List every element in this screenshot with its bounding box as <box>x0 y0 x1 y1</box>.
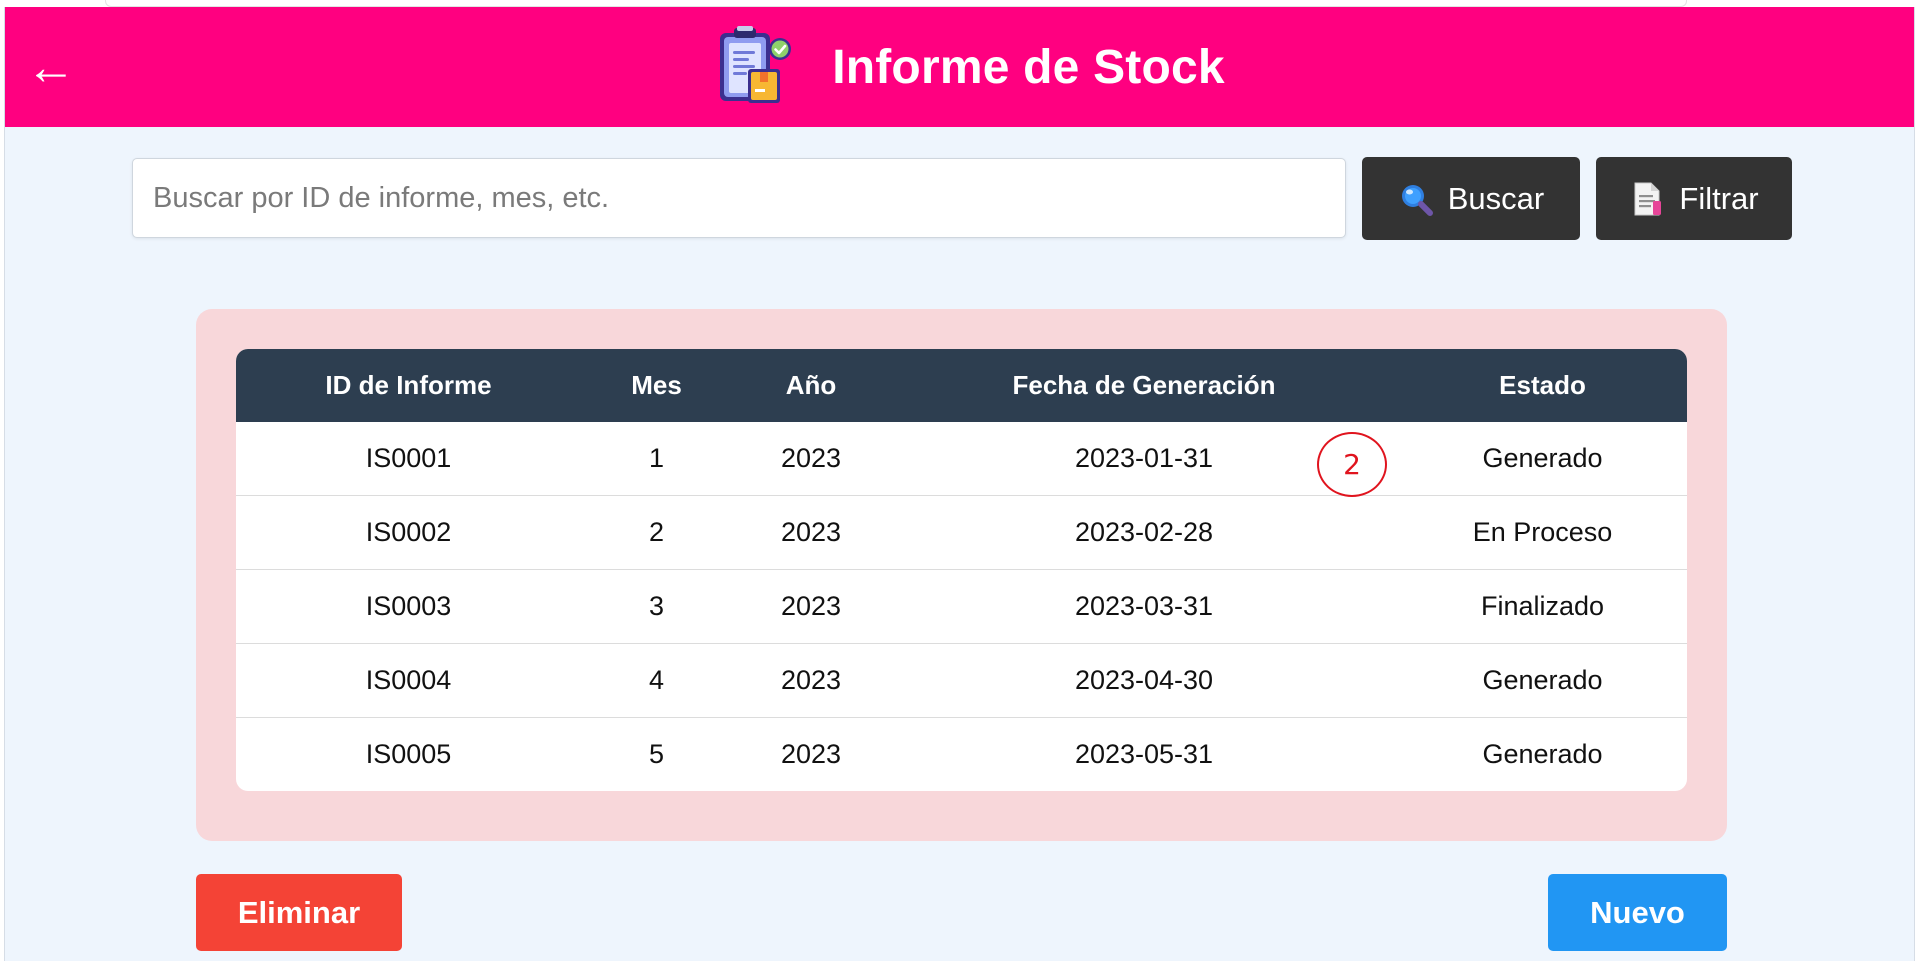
column-header-date: Fecha de Generación <box>890 349 1398 422</box>
clipboard-report-icon <box>720 26 792 103</box>
table-card: ID de Informe Mes Año Fecha de Generació… <box>196 309 1727 841</box>
annotation-marker: 2 <box>1317 432 1387 497</box>
cell-date: 2023-05-31 <box>890 717 1398 791</box>
cell-month: 5 <box>581 717 732 791</box>
column-header-year: Año <box>732 349 890 422</box>
page-title: Informe de Stock <box>832 40 1225 94</box>
table-row[interactable]: IS0001 1 2023 2023-01-31 Generado <box>236 422 1687 495</box>
cell-id: IS0003 <box>236 569 581 643</box>
cell-id: IS0005 <box>236 717 581 791</box>
cell-year: 2023 <box>732 717 890 791</box>
cell-status: Generado <box>1482 443 1603 473</box>
cell-date: 2023-03-31 <box>890 569 1398 643</box>
cell-year: 2023 <box>732 495 890 569</box>
search-button[interactable]: Buscar <box>1362 157 1580 240</box>
app-frame: ← Informe de Stock Buscar por ID de info… <box>4 7 1915 961</box>
cell-month: 3 <box>581 569 732 643</box>
cell-id: IS0001 <box>365 443 452 473</box>
cell-status: Generado <box>1398 643 1687 717</box>
column-header-month: Mes <box>581 349 732 422</box>
search-input[interactable] <box>132 158 1346 238</box>
column-header-id: ID de Informe <box>236 349 581 422</box>
cell-year: 2023 <box>732 569 890 643</box>
column-header-status: Estado <box>1398 349 1687 422</box>
cell-month: 2 <box>581 495 732 569</box>
title-group: Informe de Stock <box>5 7 1914 127</box>
cell-month: 4 <box>581 643 732 717</box>
browser-top-edge <box>105 0 1687 7</box>
document-icon <box>1634 182 1662 215</box>
cell-date: 2023-04-30 <box>890 643 1398 717</box>
cell-id: IS0004 <box>236 643 581 717</box>
magnifier-icon <box>1401 184 1433 216</box>
stock-report-table: ID de Informe Mes Año Fecha de Generació… <box>236 349 1687 791</box>
table-row[interactable]: IS0002 2 2023 2023-02-28 En Proceso <box>236 495 1687 569</box>
page-header: ← Informe de Stock <box>5 7 1914 127</box>
cell-id: IS0002 <box>236 495 581 569</box>
cell-month: 1 <box>648 443 665 473</box>
delete-button[interactable]: Eliminar <box>196 874 402 951</box>
table-row[interactable]: IS0004 4 2023 2023-04-30 Generado <box>236 643 1687 717</box>
cell-year: 2023 <box>780 443 842 473</box>
new-button[interactable]: Nuevo <box>1548 874 1727 951</box>
table-header-row: ID de Informe Mes Año Fecha de Generació… <box>236 349 1687 422</box>
cell-date: 2023-02-28 <box>890 495 1398 569</box>
cell-status: Generado <box>1398 717 1687 791</box>
search-button-label: Buscar <box>1447 180 1545 216</box>
cell-year: 2023 <box>732 643 890 717</box>
filter-button-label: Filtrar <box>1679 180 1759 216</box>
cell-status: En Proceso <box>1398 495 1687 569</box>
table-row[interactable]: IS0003 3 2023 2023-03-31 Finalizado <box>236 569 1687 643</box>
filter-button[interactable]: Filtrar <box>1596 157 1792 240</box>
cell-status: Finalizado <box>1398 569 1687 643</box>
table-row[interactable]: IS0005 5 2023 2023-05-31 Generado <box>236 717 1687 791</box>
